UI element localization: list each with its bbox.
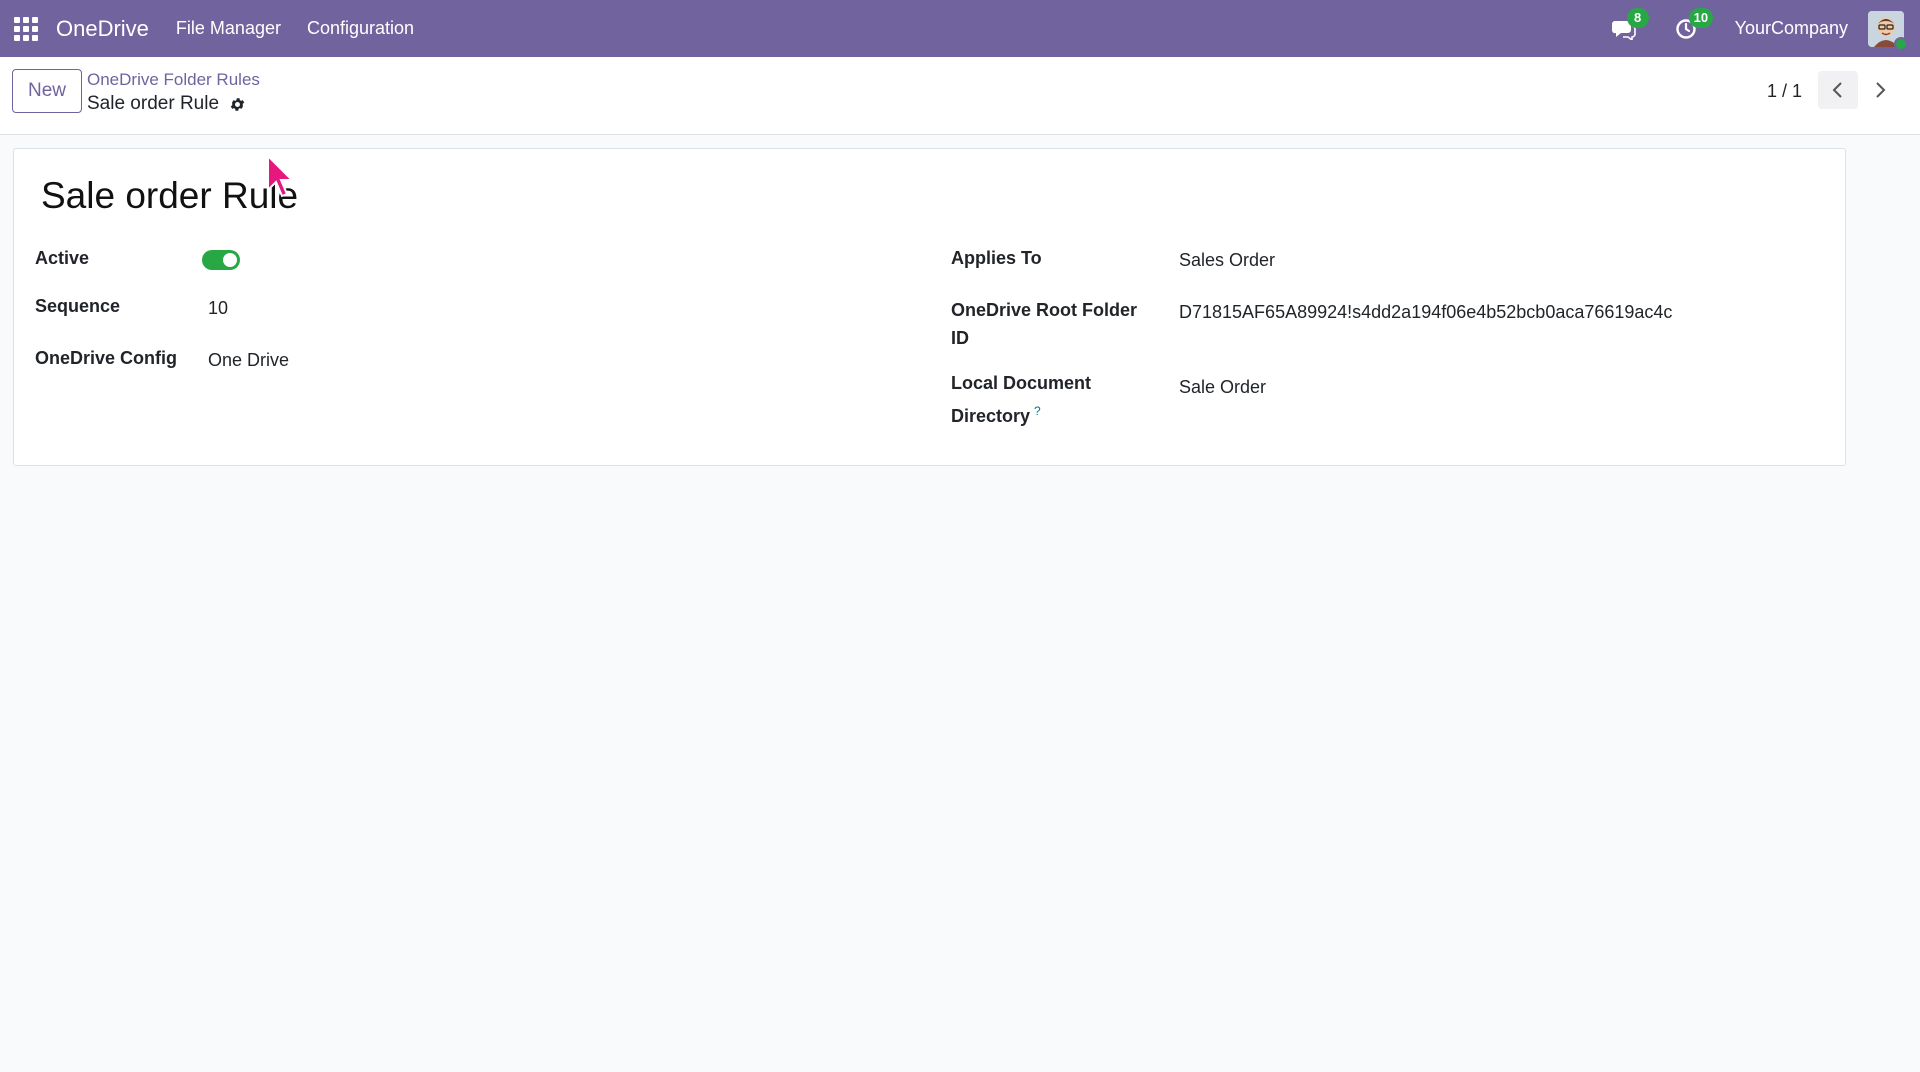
root-folder-id-field[interactable]: D71815AF65A89924!s4dd2a194f06e4b52bcb0ac… [1179,298,1672,326]
sequence-field[interactable]: 10 [208,294,228,322]
active-toggle[interactable] [202,250,240,270]
mouse-pointer-icon [267,154,295,198]
sequence-label: Sequence [35,296,121,316]
control-panel: New OneDrive Folder Rules Sale order Rul… [0,57,1920,135]
apps-menu-icon[interactable] [14,16,38,41]
pager-previous-button[interactable] [1818,71,1858,109]
root-folder-label-line1: OneDrive Root Folder [951,300,1138,320]
top-navbar: OneDrive File Manager Configuration 8 10… [0,0,1920,57]
company-switcher[interactable]: YourCompany [1735,18,1848,39]
activities-badge: 10 [1688,7,1714,28]
systray: 8 10 YourCompany [1611,0,1920,57]
local-directory-field[interactable]: Sale Order [1179,373,1266,401]
local-directory-label-line2: Directory [951,406,1031,426]
chevron-right-icon [1876,82,1886,98]
breadcrumb-current: Sale order Rule [87,93,246,115]
gear-icon[interactable] [229,96,246,113]
local-directory-label: Local Document Directory? [951,369,1091,430]
toggle-knob [223,253,237,267]
root-folder-label: OneDrive Root Folder ID [951,296,1137,352]
pager-value[interactable]: 1 / 1 [1767,81,1802,102]
menu-file-manager[interactable]: File Manager [163,18,294,39]
new-button[interactable]: New [12,69,82,113]
messages-badge: 8 [1626,7,1649,28]
applies-to-label: Applies To [951,248,1042,268]
online-status-icon [1894,36,1908,51]
record-name-field[interactable]: Sale order Rule [41,175,298,217]
onedrive-config-label: OneDrive Config [35,348,178,368]
app-brand[interactable]: OneDrive [56,16,149,42]
active-label: Active [35,248,90,268]
breadcrumb-folder-rules[interactable]: OneDrive Folder Rules [87,70,260,90]
chevron-left-icon [1832,82,1842,98]
messages-button[interactable]: 8 [1611,7,1649,42]
menu-configuration[interactable]: Configuration [294,18,427,39]
help-tooltip-icon[interactable]: ? [1034,404,1041,418]
current-record-title: Sale order Rule [87,93,220,114]
local-directory-label-line1: Local Document [951,373,1092,393]
user-avatar[interactable] [1868,10,1908,51]
onedrive-config-field[interactable]: One Drive [208,346,289,374]
root-folder-label-line2: ID [951,328,969,348]
pager-next-button[interactable] [1860,71,1900,109]
main-menu: File Manager Configuration [163,18,427,39]
activities-button[interactable]: 10 [1673,7,1714,42]
applies-to-field[interactable]: Sales Order [1179,246,1275,274]
